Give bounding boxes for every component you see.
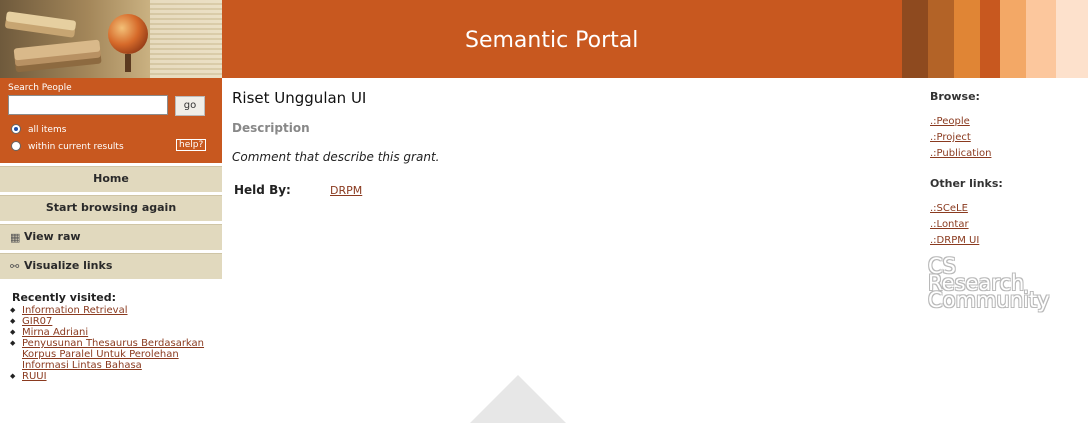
search-panel: Search People go all items within curren… bbox=[0, 78, 222, 163]
radio-within-results-label: within current results bbox=[28, 142, 124, 152]
nav-view-raw-label: View raw bbox=[24, 230, 81, 243]
browse-heading: Browse: bbox=[930, 90, 980, 103]
header-stripe bbox=[1056, 0, 1088, 78]
grid-icon: ▦ bbox=[10, 231, 21, 244]
recent-link[interactable]: Penyusunan Thesaurus Berdasarkan Korpus … bbox=[22, 338, 204, 371]
list-item: Mirna Adriani bbox=[10, 327, 210, 338]
list-item: Penyusunan Thesaurus Berdasarkan Korpus … bbox=[10, 338, 210, 371]
nav-start-browsing[interactable]: Start browsing again bbox=[0, 195, 222, 221]
nav-visualize-links[interactable]: ⚯ Visualize links bbox=[0, 253, 222, 279]
description-heading: Description bbox=[232, 121, 310, 135]
recent-link[interactable]: Mirna Adriani bbox=[22, 327, 88, 338]
nav-visualize-links-label: Visualize links bbox=[24, 259, 113, 272]
recently-visited-heading: Recently visited: bbox=[12, 291, 117, 304]
nav-home-label: Home bbox=[93, 172, 129, 185]
other-links-heading: Other links: bbox=[930, 177, 1003, 190]
search-label: Search People bbox=[8, 83, 72, 93]
header-stripe bbox=[1000, 0, 1026, 78]
description-text: Comment that describe this grant. bbox=[232, 150, 440, 164]
browse-link-publication[interactable]: .:Publication bbox=[930, 148, 991, 159]
browse-link-project[interactable]: .:Project bbox=[930, 132, 971, 143]
browse-link-people[interactable]: .:People bbox=[930, 116, 970, 127]
held-by-label: Held By: bbox=[234, 183, 291, 197]
recent-link[interactable]: GIR07 bbox=[22, 316, 52, 327]
globe-icon bbox=[108, 14, 148, 54]
site-title: Semantic Portal bbox=[465, 28, 639, 53]
list-item: Information Retrieval bbox=[10, 305, 210, 316]
recently-visited-list: Information Retrieval GIR07 Mirna Adrian… bbox=[10, 305, 210, 382]
nav-view-raw[interactable]: ▦ View raw bbox=[0, 224, 222, 250]
radio-within-results[interactable] bbox=[11, 141, 21, 151]
decorative-shape bbox=[470, 375, 566, 423]
cs-research-community-logo: CS Research Community bbox=[928, 256, 1050, 312]
radio-all-items[interactable] bbox=[11, 124, 21, 134]
header-stripe bbox=[1026, 0, 1056, 78]
held-by-link[interactable]: DRPM bbox=[330, 184, 362, 197]
header-stripe bbox=[928, 0, 954, 78]
help-link[interactable]: help? bbox=[176, 139, 207, 151]
link-graph-icon: ⚯ bbox=[10, 260, 20, 273]
search-input[interactable] bbox=[8, 95, 168, 115]
logo-line: Community bbox=[928, 288, 1050, 312]
header-stripe bbox=[902, 0, 928, 78]
list-item: RUUI bbox=[10, 371, 210, 382]
radio-all-items-label: all items bbox=[28, 125, 67, 135]
nav-start-browsing-label: Start browsing again bbox=[45, 201, 177, 214]
recent-link[interactable]: RUUI bbox=[22, 371, 47, 382]
header-stripe bbox=[954, 0, 980, 78]
page-title: Riset Unggulan UI bbox=[232, 89, 367, 107]
other-link-lontar[interactable]: .:Lontar bbox=[930, 219, 969, 230]
other-link-scele[interactable]: .:SCeLE bbox=[930, 203, 968, 214]
header-banner-image bbox=[0, 0, 222, 78]
nav-home[interactable]: Home bbox=[0, 166, 222, 192]
recent-link[interactable]: Information Retrieval bbox=[22, 305, 128, 316]
list-item: GIR07 bbox=[10, 316, 210, 327]
go-button[interactable]: go bbox=[175, 96, 205, 116]
other-link-drpm-ui[interactable]: .:DRPM UI bbox=[930, 235, 979, 246]
header: Semantic Portal bbox=[0, 0, 1088, 78]
